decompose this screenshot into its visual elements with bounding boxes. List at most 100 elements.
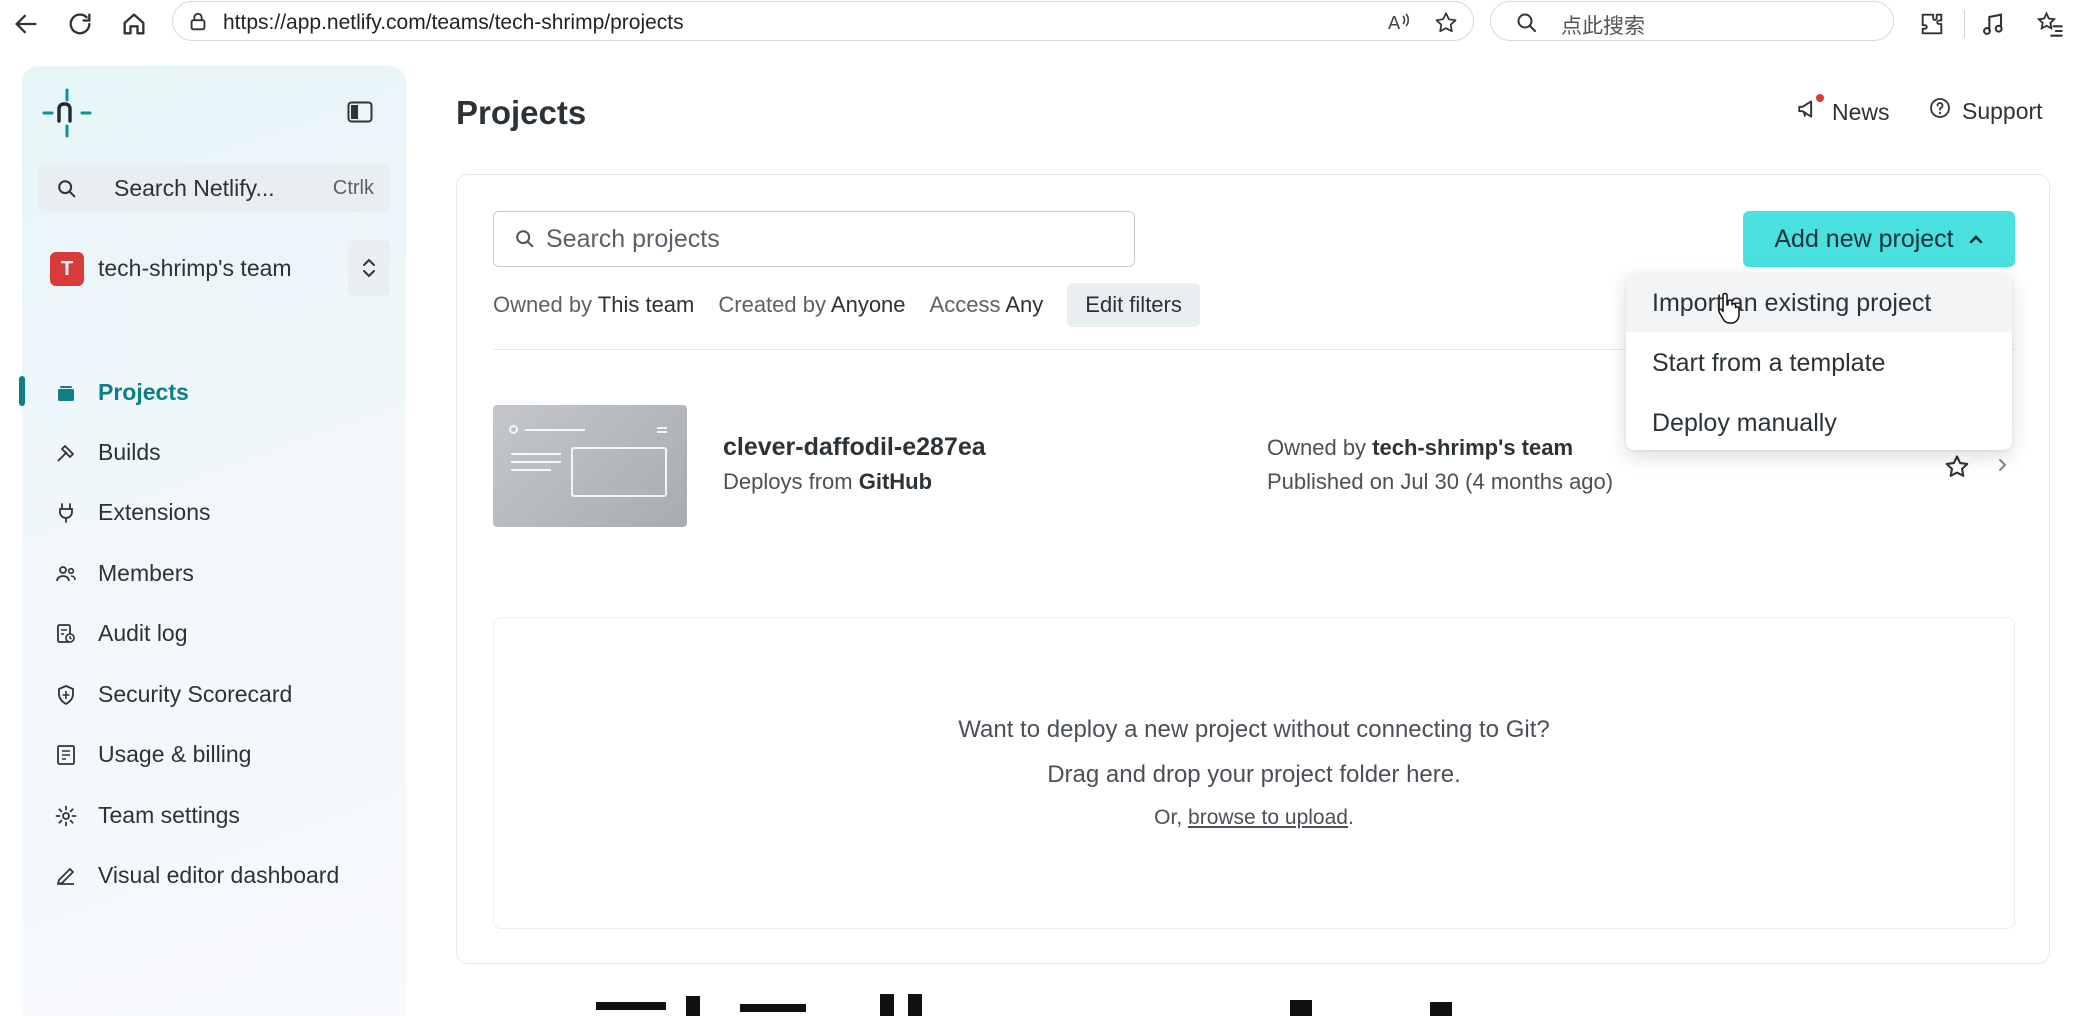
sidebar-item-usage-billing[interactable]: Usage & billing	[22, 728, 406, 780]
music-note-icon	[1983, 13, 2003, 35]
search-icon	[58, 180, 76, 198]
team-selector[interactable]: T tech-shrimp's team	[38, 240, 390, 296]
project-search-input[interactable]: Search projects	[493, 211, 1135, 267]
sidebar-collapse-icon[interactable]	[347, 101, 373, 123]
filter-created-by[interactable]: Created by Anyone	[718, 292, 905, 318]
megaphone-icon	[1796, 94, 1824, 128]
sidebar-item-projects[interactable]: Projects	[19, 366, 406, 418]
hand-cursor-icon	[1718, 292, 1740, 324]
support-label: Support	[1962, 97, 2043, 124]
browser-toolbar: https://app.netlify.com/teams/tech-shrim…	[0, 0, 2082, 48]
audit-log-icon	[57, 624, 75, 643]
team-name: tech-shrimp's team	[98, 255, 292, 281]
search-icon	[1517, 13, 1536, 32]
dropzone-line-2: Drag and drop your project folder here.	[1047, 761, 1461, 788]
news-label: News	[1832, 98, 1890, 125]
lock-icon[interactable]	[187, 11, 209, 33]
add-project-dropdown: Import an existing project Start from a …	[1626, 274, 2012, 450]
back-arrow-icon	[15, 14, 37, 34]
sidebar-item-label: Extensions	[98, 499, 211, 525]
sidebar-item-label: Builds	[98, 439, 161, 465]
sidebar-item-builds[interactable]: Builds	[22, 426, 406, 478]
netlify-search-label: Search Netlify...	[114, 175, 275, 201]
search-shortcut: Ctrlk	[332, 177, 374, 199]
projects-icon	[58, 386, 74, 401]
shield-icon	[58, 685, 74, 705]
dropzone-line-3: Or, browse to upload.	[1154, 806, 1354, 829]
netlify-logo-icon[interactable]	[42, 88, 92, 138]
project-thumbnail	[493, 405, 687, 527]
svg-text:A: A	[1388, 13, 1401, 34]
project-name[interactable]: clever-daffodil-e287ea	[723, 433, 986, 462]
sidebar-item-members[interactable]: Members	[22, 547, 406, 599]
sidebar-item-label: Usage & billing	[98, 741, 252, 767]
pencil-icon	[57, 868, 74, 885]
drop-zone[interactable]: Want to deploy a new project without con…	[493, 617, 2015, 929]
page-title: Projects	[456, 94, 587, 131]
gear-icon	[55, 805, 77, 827]
browse-to-upload-link[interactable]: browse to upload	[1188, 806, 1348, 829]
sidebar-item-label: Team settings	[98, 802, 240, 828]
add-new-project-button[interactable]: Add new project	[1743, 211, 2015, 267]
browser-search-box[interactable]: 点此搜索	[1490, 1, 1894, 41]
sidebar-item-security-scorecard[interactable]: Security Scorecard	[22, 668, 406, 720]
toolbar-separator	[1964, 10, 1965, 38]
help-circle-icon	[1928, 96, 1952, 126]
sidebar-item-label: Projects	[98, 379, 189, 405]
sidebar-item-visual-editor-dashboard[interactable]: Visual editor dashboard	[22, 849, 406, 901]
menu-item-start-from-template[interactable]: Start from a template	[1626, 334, 2012, 392]
filter-owned-by[interactable]: Owned by This team	[493, 292, 694, 318]
team-avatar: T	[50, 252, 84, 286]
media-button[interactable]	[1974, 4, 2014, 44]
read-aloud-icon[interactable]: A	[1387, 10, 1413, 34]
extensions-icon	[59, 503, 73, 523]
favorite-star-icon[interactable]	[1433, 10, 1459, 36]
filter-access[interactable]: Access Any	[930, 292, 1044, 318]
sidebar-item-extensions[interactable]: Extensions	[22, 486, 406, 538]
star-icon[interactable]	[1943, 453, 1971, 481]
refresh-button[interactable]	[60, 4, 100, 44]
billing-icon	[57, 745, 75, 765]
sidebar-item-label: Security Scorecard	[98, 681, 293, 707]
puzzle-icon	[1921, 13, 1943, 35]
browser-search-placeholder: 点此搜索	[1561, 15, 1645, 38]
members-icon	[56, 566, 76, 582]
dropzone-line-1: Want to deploy a new project without con…	[958, 716, 1550, 743]
sidebar-item-audit-log[interactable]: Audit log	[22, 607, 406, 659]
edit-filters-button[interactable]: Edit filters	[1067, 283, 1200, 327]
project-published: Published on Jul 30 (4 months ago)	[1267, 469, 1614, 494]
menu-item-import-existing-project[interactable]: Import an existing project	[1626, 274, 2012, 332]
sidebar-item-label: Members	[98, 560, 194, 586]
project-source: Deploys from GitHub	[723, 469, 933, 494]
news-notification-dot	[1816, 94, 1824, 102]
support-link[interactable]: Support	[1928, 96, 2043, 126]
project-search-placeholder: Search projects	[546, 225, 720, 253]
sidebar-item-label: Audit log	[98, 620, 188, 646]
chevron-up-down-icon	[363, 258, 375, 278]
url-text[interactable]: https://app.netlify.com/teams/tech-shrim…	[223, 11, 684, 35]
favorites-list-icon	[2036, 11, 2063, 37]
back-button[interactable]	[6, 4, 46, 44]
chevron-up-icon	[1969, 235, 1982, 244]
sidebar-item-label: Visual editor dashboard	[98, 862, 340, 888]
filter-bar: Owned by This team Created by Anyone Acc…	[493, 283, 1200, 327]
news-link[interactable]: News	[1796, 94, 1890, 128]
address-bar[interactable]: https://app.netlify.com/teams/tech-shrim…	[172, 1, 1474, 41]
extensions-button[interactable]	[1912, 4, 1952, 44]
chevron-right-icon[interactable]	[1995, 453, 2011, 477]
home-icon	[123, 13, 145, 35]
sidebar-item-team-settings[interactable]: Team settings	[22, 789, 406, 841]
add-new-project-label: Add new project	[1774, 224, 1954, 253]
active-indicator	[19, 376, 25, 406]
team-switch-button[interactable]	[348, 240, 390, 296]
project-owner: Owned by tech-shrimp's team	[1267, 435, 1574, 460]
home-button[interactable]	[114, 4, 154, 44]
subtitle-overlay-fragment	[596, 994, 1452, 1016]
favorites-button[interactable]	[2030, 4, 2070, 44]
netlify-search-button[interactable]: Search Netlify... Ctrlk	[38, 164, 390, 212]
builds-icon	[57, 445, 74, 462]
sidebar: Search Netlify... Ctrlk T tech-shrimp's …	[19, 66, 406, 1016]
refresh-icon	[69, 13, 91, 35]
menu-item-deploy-manually[interactable]: Deploy manually	[1626, 394, 2012, 452]
search-icon	[516, 230, 534, 248]
